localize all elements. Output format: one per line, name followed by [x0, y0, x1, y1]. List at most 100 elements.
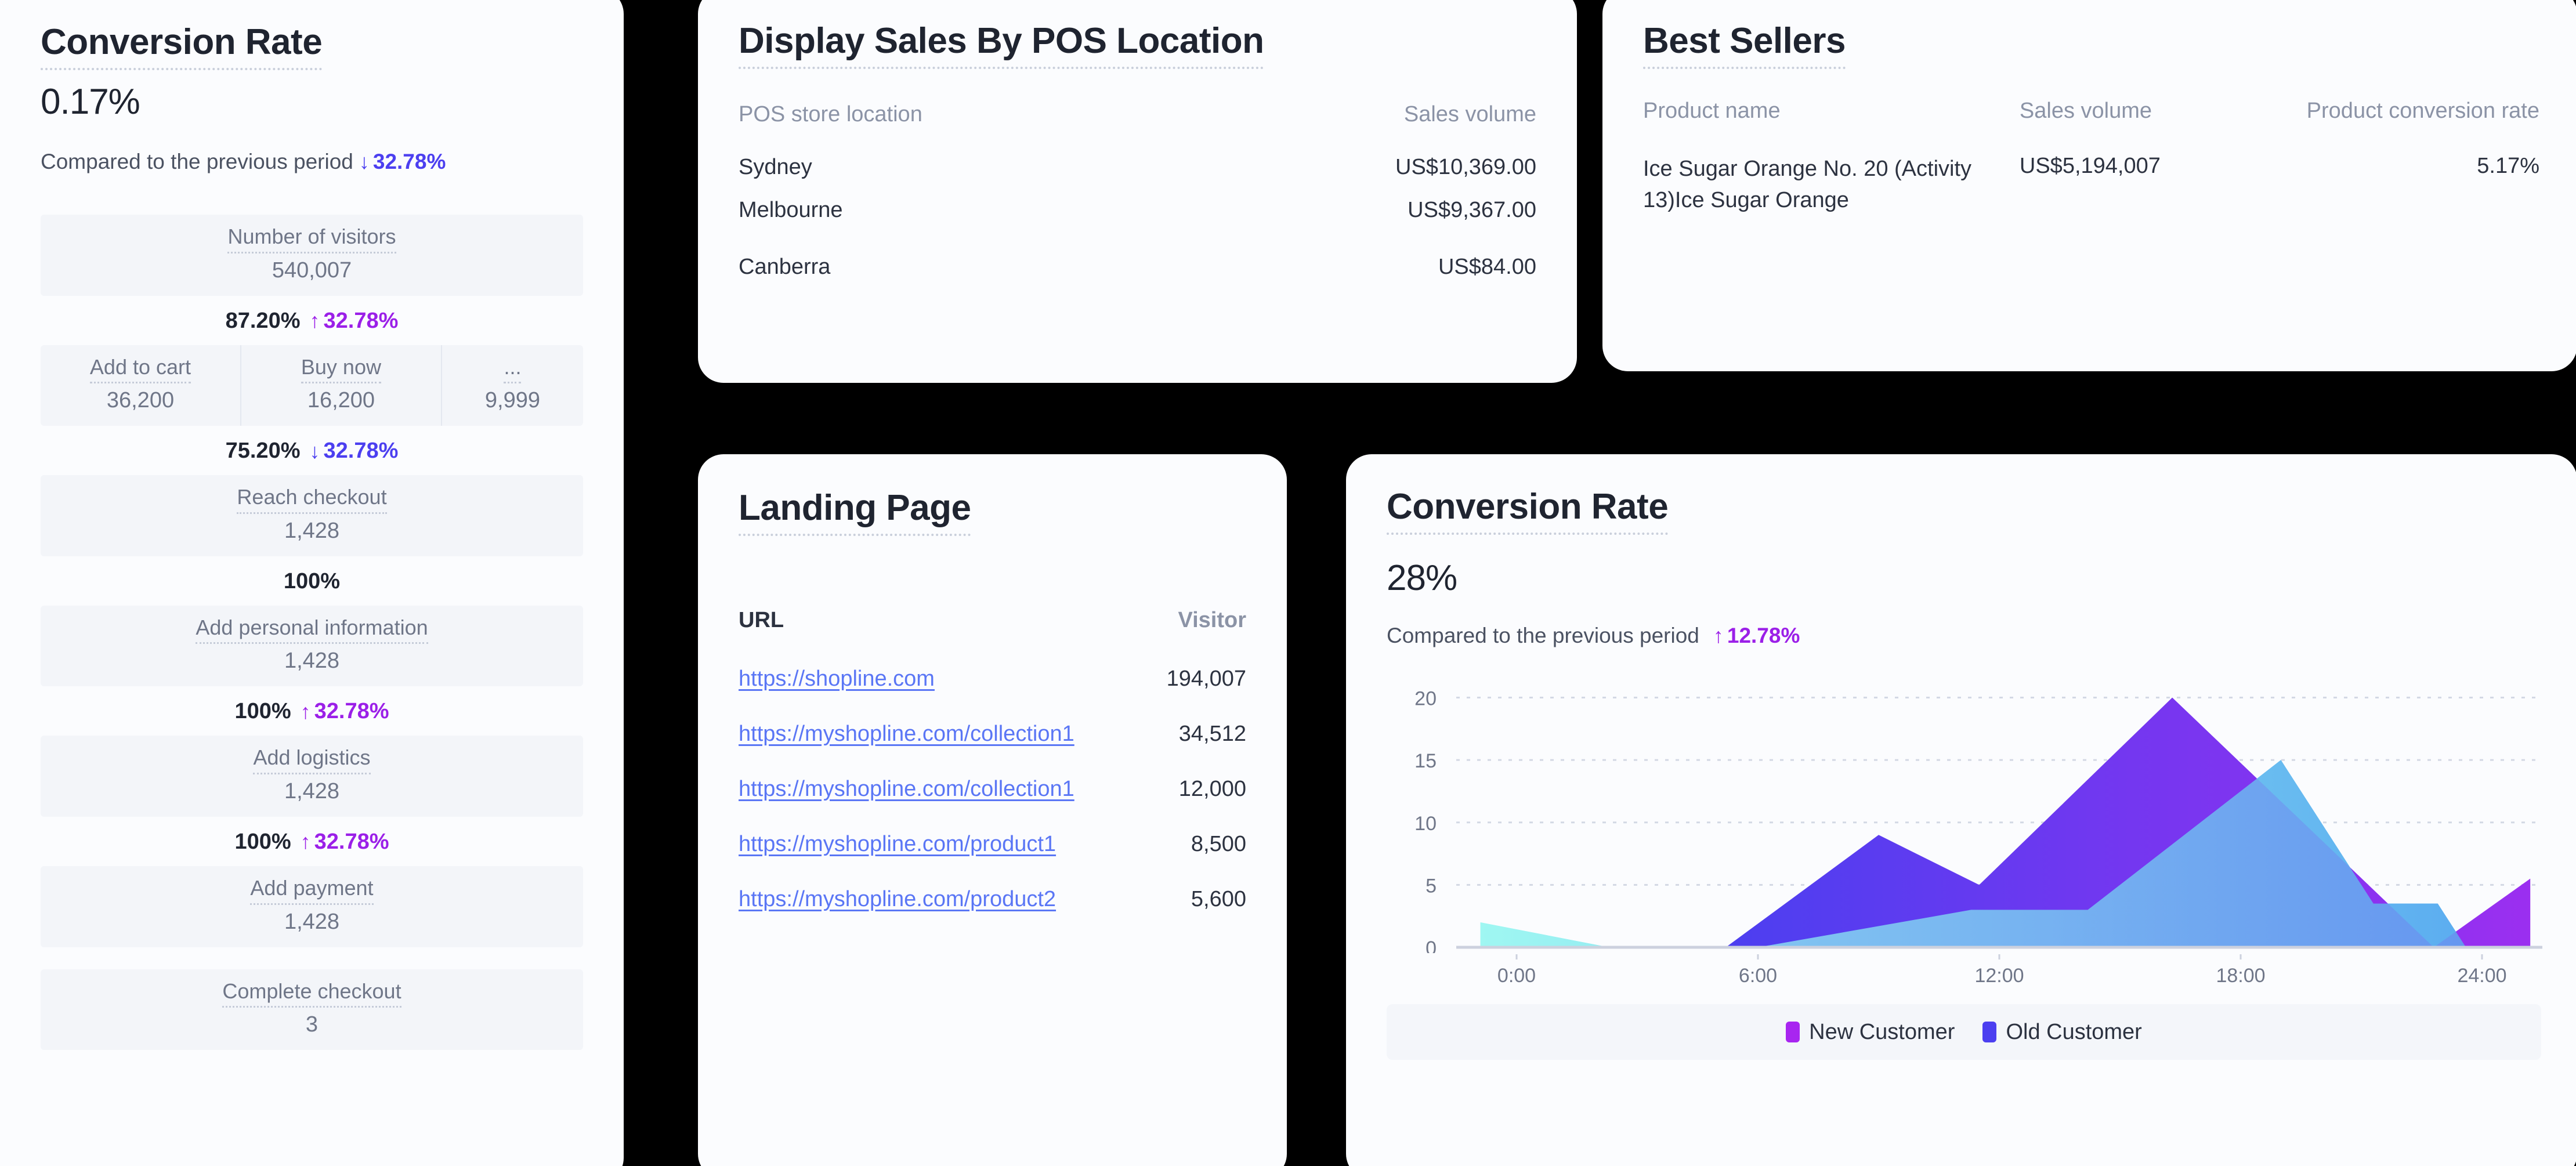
funnel-step-complete-checkout[interactable]: Complete checkout 3 — [41, 969, 583, 1051]
landing-visitor: 5,600 — [1191, 887, 1246, 911]
landing-visitor: 34,512 — [1178, 722, 1246, 746]
svg-text:5: 5 — [1426, 875, 1437, 897]
table-row[interactable]: Canberra US$84.00 — [739, 241, 1536, 298]
chart-conversion-value: 28% — [1387, 558, 1457, 598]
col-product-conversion-rate: Product conversion rate — [2306, 99, 2539, 123]
funnel-step-reach-checkout[interactable]: Reach checkout 1,428 — [41, 475, 583, 556]
funnel-gap-2: 75.20% ↓ 32.78% — [41, 426, 583, 475]
funnel-step-value: 540,007 — [272, 258, 352, 283]
legend-item-new-customer[interactable]: New Customer — [1786, 1020, 1955, 1045]
funnel-gap-delta: ↑ 32.78% — [301, 699, 389, 724]
funnel-seg-buy-now[interactable]: Buy now 16,200 — [241, 345, 442, 426]
funnel-step-add-logistics[interactable]: Add logistics 1,428 — [41, 736, 583, 817]
col-sales-volume: Sales volume — [1403, 102, 1536, 126]
table-row[interactable]: Ice Sugar Orange No. 20 (Activity 13)Ice… — [1643, 124, 2539, 216]
funnel-gap-pct: 75.20% — [225, 439, 301, 463]
best-sellers-title: Best Sellers — [1643, 22, 1846, 70]
list-item[interactable]: https://myshopline.com/product2 5,600 — [739, 857, 1246, 912]
svg-text:20: 20 — [1414, 688, 1437, 710]
funnel-step-split[interactable]: Add to cart 36,200 Buy now 16,200 ... 9,… — [41, 345, 583, 426]
funnel-gap-4: 100% ↑ 32.78% — [41, 686, 583, 736]
funnel-spacer — [41, 947, 583, 969]
compare-label: Compared to the previous period — [41, 150, 353, 173]
funnel-step-label: Complete checkout — [222, 979, 401, 1008]
funnel-step-value: 9,999 — [484, 388, 540, 413]
chart-legend: New Customer Old Customer — [1387, 1004, 2541, 1060]
list-item[interactable]: https://myshopline.com/product1 8,500 — [739, 802, 1246, 857]
funnel-step-add-payment[interactable]: Add payment 1,428 — [41, 866, 583, 947]
table-row[interactable]: Melbourne US$9,367.00 — [739, 184, 1536, 241]
funnel-gap-delta-value: 32.78% — [323, 439, 399, 463]
pos-volume: US$10,369.00 — [1395, 155, 1536, 179]
arrow-down-icon: ↓ — [309, 439, 320, 463]
funnel-gap-delta-value: 32.78% — [314, 829, 389, 854]
svg-text:6:00: 6:00 — [1739, 965, 1777, 987]
funnel-gap-delta: ↓ 32.78% — [310, 439, 399, 463]
pos-table-header-row: POS store location Sales volume — [739, 102, 1536, 127]
chart-compare-delta-value: 12.78% — [1727, 624, 1800, 647]
chart-card-title: Conversion Rate — [1387, 488, 1669, 535]
chart-compare-label: Compared to the previous period — [1387, 624, 1699, 647]
landing-page-table: URL Visitor https://shopline.com 194,007… — [739, 608, 1246, 912]
pos-card-title: Display Sales By POS Location — [739, 22, 1264, 70]
area-chart[interactable]: 0 5 10 15 20 — [1381, 675, 2547, 959]
chart-compare-previous-period: Compared to the previous period ↑ 12.78% — [1387, 624, 1800, 648]
svg-text:15: 15 — [1414, 750, 1437, 772]
best-sellers-table: Product name Sales volume Product conver… — [1643, 99, 2539, 216]
chart-x-axis: 0:00 6:00 12:00 18:00 24:00 — [1381, 954, 2547, 989]
funnel-step-value: 36,200 — [106, 388, 175, 413]
dashboard-root: Conversion Rate 0.17% Compared to the pr… — [0, 0, 2576, 1166]
pos-volume: US$9,367.00 — [1408, 198, 1536, 222]
list-item[interactable]: https://shopline.com 194,007 — [739, 633, 1246, 691]
col-pos-store-location: POS store location — [739, 102, 922, 126]
pos-location: Sydney — [739, 155, 812, 179]
svg-text:18:00: 18:00 — [2216, 965, 2265, 987]
chart-svg: 0 5 10 15 20 — [1414, 688, 2542, 959]
pos-location-card: Display Sales By POS Location POS store … — [698, 0, 1577, 383]
product-name: Ice Sugar Orange No. 20 (Activity 13)Ice… — [1643, 157, 1972, 212]
pos-volume: US$84.00 — [1438, 255, 1536, 279]
funnel-step-value: 3 — [305, 1012, 319, 1037]
landing-url-link[interactable]: https://myshopline.com/collection1 — [739, 722, 1074, 746]
arrow-down-icon: ↓ — [359, 150, 370, 173]
funnel-gap-5: 100% ↑ 32.78% — [41, 817, 583, 866]
chart-compare-delta: ↑ 12.78% — [1713, 624, 1800, 648]
conversion-rate-card: Conversion Rate 0.17% Compared to the pr… — [0, 0, 624, 1166]
funnel-step-label: Add logistics — [253, 746, 371, 774]
svg-text:10: 10 — [1414, 813, 1437, 835]
funnel-gap-delta-value: 32.78% — [323, 308, 399, 333]
funnel-seg-more[interactable]: ... 9,999 — [442, 345, 583, 426]
funnel-step-label: Add personal information — [196, 616, 428, 644]
funnel-gap-delta: ↑ 32.78% — [310, 309, 399, 334]
funnel-gap-1: 87.20% ↑ 32.78% — [41, 296, 583, 345]
list-item[interactable]: https://myshopline.com/collection1 34,51… — [739, 691, 1246, 747]
landing-url-link[interactable]: https://myshopline.com/product2 — [739, 887, 1056, 911]
funnel-step-value: 1,428 — [284, 778, 340, 803]
conversion-rate-chart-card: Conversion Rate 28% Compared to the prev… — [1346, 454, 2576, 1166]
product-sales-volume: US$5,194,007 — [2019, 154, 2161, 178]
legend-item-old-customer[interactable]: Old Customer — [1982, 1020, 2142, 1045]
landing-url-link[interactable]: https://shopline.com — [739, 667, 935, 691]
landing-page-card: Landing Page URL Visitor https://shoplin… — [698, 454, 1287, 1166]
col-product-name: Product name — [1643, 99, 1781, 123]
page-title: Conversion Rate — [41, 23, 323, 71]
landing-header-row: URL Visitor — [739, 608, 1246, 633]
landing-visitor: 8,500 — [1191, 832, 1246, 856]
arrow-up-icon: ↑ — [309, 309, 320, 333]
funnel-step-add-personal-information[interactable]: Add personal information 1,428 — [41, 605, 583, 687]
funnel-seg-add-to-cart[interactable]: Add to cart 36,200 — [41, 345, 241, 426]
arrow-up-icon: ↑ — [300, 699, 311, 723]
landing-url-link[interactable]: https://myshopline.com/product1 — [739, 832, 1056, 856]
funnel-step-visitors[interactable]: Number of visitors 540,007 — [41, 215, 583, 296]
landing-url-link[interactable]: https://myshopline.com/collection1 — [739, 777, 1074, 801]
conversion-rate-value: 0.17% — [41, 82, 140, 122]
list-item[interactable]: https://myshopline.com/collection1 12,00… — [739, 747, 1246, 802]
table-row[interactable]: Sydney US$10,369.00 — [739, 127, 1536, 184]
pos-location: Canberra — [739, 255, 831, 279]
funnel-step-label: Add to cart — [89, 355, 191, 384]
col-url: URL — [739, 608, 784, 632]
compare-previous-period: Compared to the previous period ↓ 32.78% — [41, 150, 446, 174]
funnel-gap-pct: 100% — [283, 568, 341, 593]
funnel-step-label: ... — [504, 355, 522, 384]
landing-visitor: 194,007 — [1166, 667, 1246, 691]
